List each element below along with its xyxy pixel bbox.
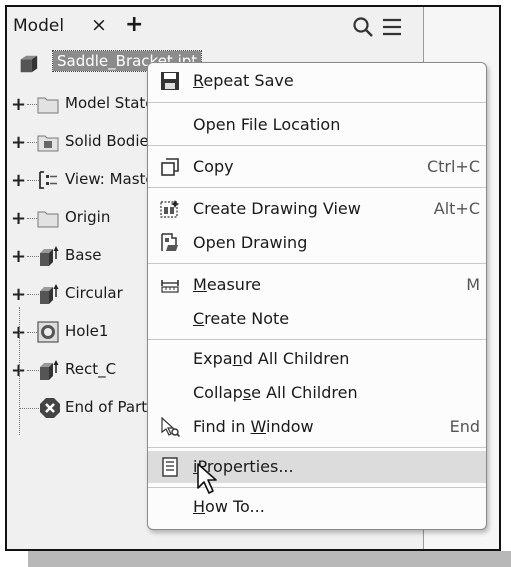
status-bar	[28, 551, 511, 567]
open-drawing-icon	[161, 233, 178, 251]
part-icon	[20, 55, 38, 73]
folder-icon	[37, 211, 59, 228]
tree-item-label: Origin	[65, 208, 111, 226]
menu-separator	[148, 447, 486, 448]
menu-item-label: How To...	[193, 497, 265, 516]
find-cursor-icon	[161, 417, 180, 437]
menu-item-expand-all-children[interactable]: Expand All Children	[148, 343, 486, 375]
measure-icon	[161, 280, 179, 293]
menu-shortcut: Alt+C	[433, 199, 480, 218]
context-menu: Repeat Save Open File Location Copy Ctrl…	[147, 62, 487, 530]
copy-icon	[161, 158, 179, 176]
save-icon	[161, 72, 179, 90]
menu-item-label: Create Drawing View	[193, 199, 361, 218]
drawing-view-icon	[160, 200, 180, 218]
menu-item-create-drawing-view[interactable]: Create Drawing View Alt+C	[148, 193, 486, 225]
menu-shortcut: End	[449, 417, 480, 436]
menu-item-label: Find in Window	[193, 417, 314, 436]
close-icon[interactable]: ×	[91, 14, 107, 36]
expand-icon[interactable]: +	[11, 170, 26, 191]
expand-icon[interactable]: +	[11, 208, 26, 229]
menu-item-create-note[interactable]: Create Note	[148, 303, 486, 335]
tree-item-label: Circular	[65, 284, 123, 302]
add-tab-icon[interactable]: +	[125, 12, 143, 37]
menu-separator	[148, 187, 486, 188]
menu-item-label: Create Note	[193, 309, 290, 328]
extrude-icon	[40, 246, 59, 266]
solid-bodies-icon	[37, 135, 59, 152]
tab-model[interactable]: Model	[13, 16, 64, 36]
folder-icon	[37, 97, 59, 114]
expand-icon[interactable]: +	[11, 132, 26, 153]
expand-icon[interactable]: +	[11, 284, 26, 305]
tree-connector	[19, 408, 39, 409]
menu-item-label: Repeat Save	[193, 71, 294, 90]
search-icon[interactable]	[352, 16, 374, 38]
tree-item-label: Base	[65, 246, 102, 264]
end-of-part-icon	[40, 398, 60, 418]
menu-item-open-drawing[interactable]: Open Drawing	[148, 227, 486, 259]
expand-icon[interactable]: +	[11, 246, 26, 267]
menu-shortcut: Ctrl+C	[426, 157, 480, 176]
browser-tab-bar: Model × +	[7, 7, 423, 43]
menu-item-label: Copy	[193, 157, 234, 176]
menu-item-open-file-location[interactable]: Open File Location	[148, 109, 486, 141]
mouse-pointer-icon	[197, 463, 217, 494]
menu-item-label: Collapse All Children	[193, 383, 358, 402]
menu-shortcut: M	[466, 275, 480, 294]
view-icon	[39, 171, 57, 189]
hamburger-menu-icon[interactable]	[381, 16, 403, 38]
menu-item-label: Expand All Children	[193, 349, 350, 368]
menu-item-label: Open Drawing	[193, 233, 308, 252]
hole-icon	[37, 321, 59, 343]
menu-separator	[148, 145, 486, 146]
menu-separator	[148, 102, 486, 103]
extrude-icon	[40, 284, 59, 304]
menu-item-label: Measure	[193, 275, 262, 294]
menu-separator	[148, 339, 486, 340]
tree-item-label: Rect_C	[65, 360, 117, 378]
iproperties-icon	[162, 457, 178, 477]
menu-item-label: Open File Location	[193, 115, 341, 134]
menu-item-find-in-window[interactable]: Find in Window End	[148, 411, 486, 443]
menu-item-copy[interactable]: Copy Ctrl+C	[148, 151, 486, 183]
tree-item-label: End of Part	[65, 398, 148, 416]
menu-separator	[148, 263, 486, 264]
extrude-icon	[40, 360, 59, 380]
expand-icon[interactable]: +	[11, 94, 26, 115]
menu-item-measure[interactable]: Measure M	[148, 269, 486, 301]
tree-item-label: Hole1	[65, 322, 109, 340]
menu-item-collapse-all-children[interactable]: Collapse All Children	[148, 377, 486, 409]
menu-item-repeat-save[interactable]: Repeat Save	[148, 65, 486, 97]
tree-item-label: Solid Bodies	[65, 132, 157, 150]
